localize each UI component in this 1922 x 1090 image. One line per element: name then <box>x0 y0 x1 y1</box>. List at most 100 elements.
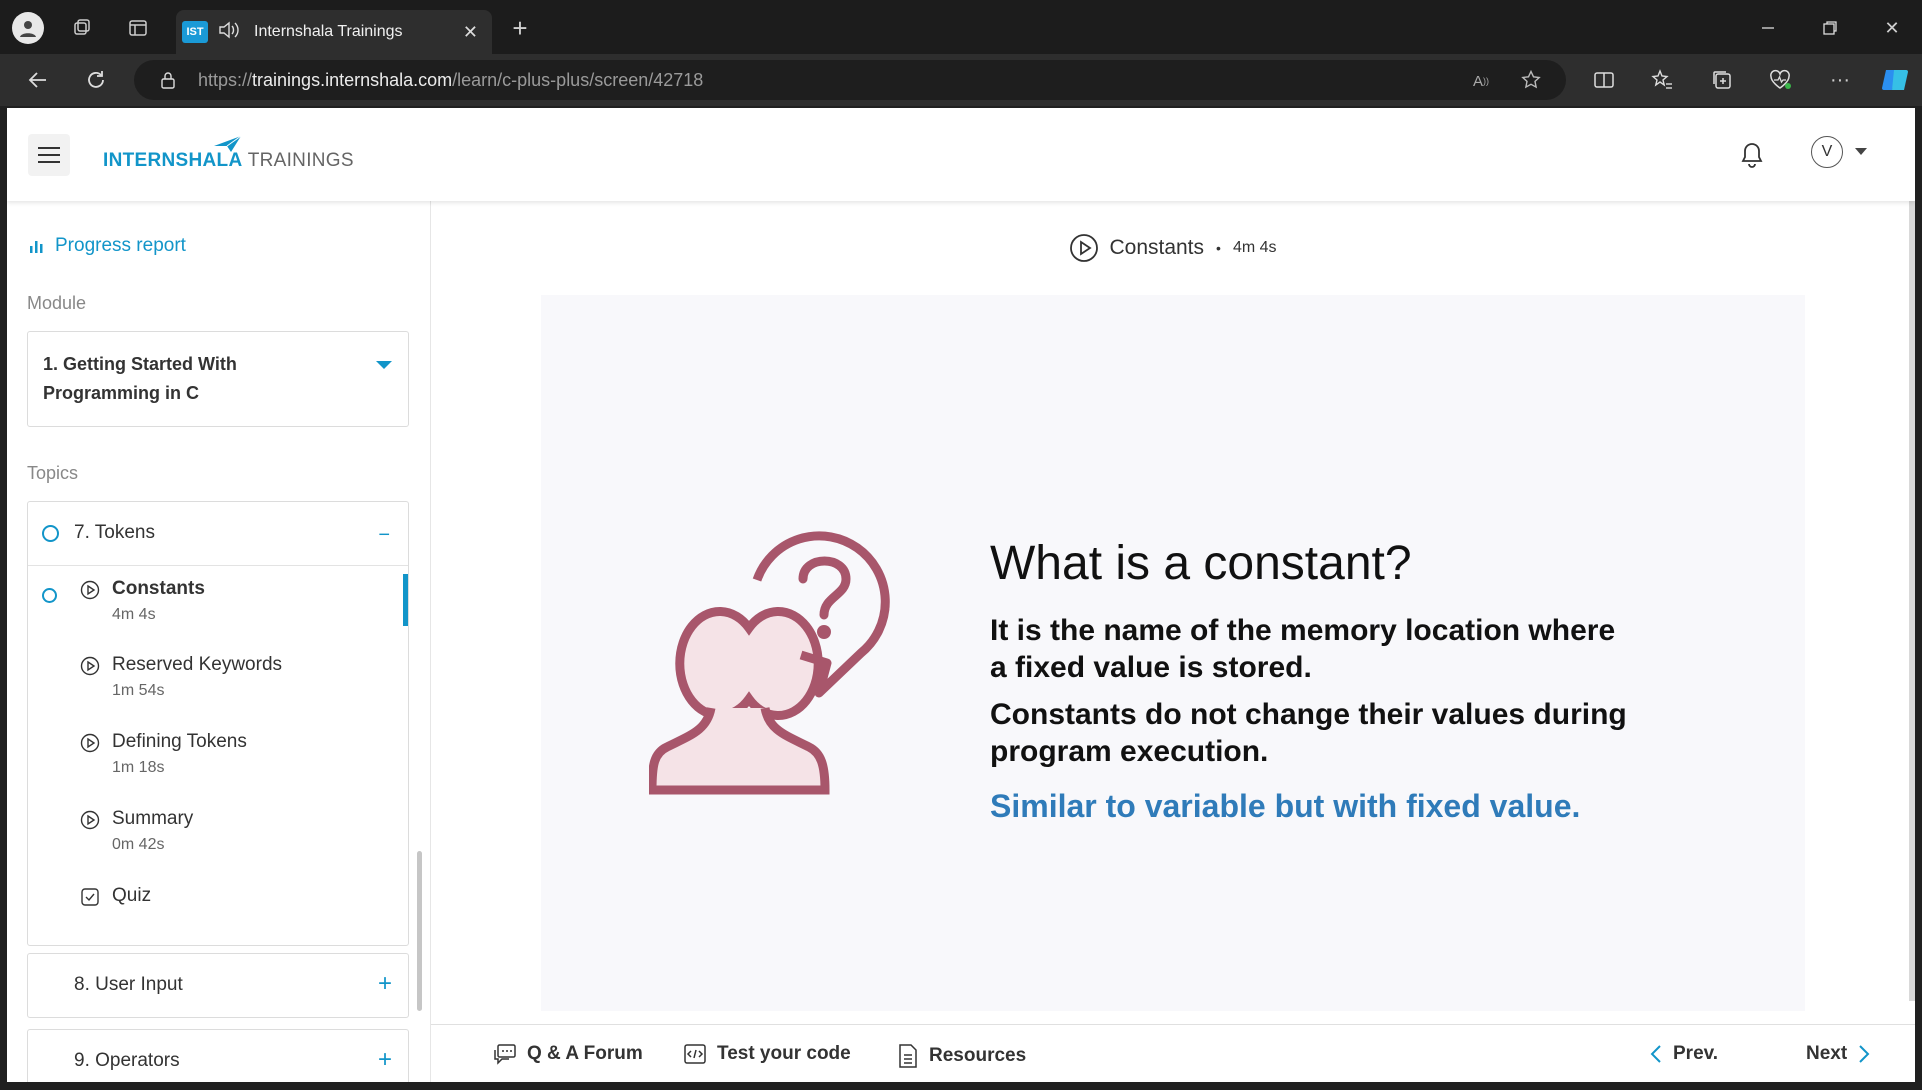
code-icon <box>684 1044 706 1064</box>
expand-icon[interactable]: + <box>378 970 392 998</box>
video-slide[interactable]: What is a constant? It is the name of th… <box>541 295 1805 1011</box>
video-play-icon <box>80 810 100 830</box>
star-icon[interactable] <box>1520 69 1542 91</box>
read-aloud-icon[interactable]: A)) <box>1470 70 1492 92</box>
more-menu-icon[interactable]: ··· <box>1826 66 1854 94</box>
collections-icon[interactable] <box>1708 66 1736 94</box>
lock-icon[interactable] <box>158 70 178 90</box>
lesson-title: Constants <box>1109 236 1205 259</box>
site-header: INTERNSHALA TRAININGS V <box>7 108 1915 201</box>
url-scheme: https:// <box>198 70 253 90</box>
separator-dot: • <box>1216 240 1221 256</box>
tab-title: Internshala Trainings <box>254 23 403 40</box>
forum-icon <box>494 1044 516 1065</box>
minimize-icon[interactable] <box>1756 16 1780 40</box>
resources-button[interactable]: Resources <box>897 1043 1026 1069</box>
copilot-icon[interactable] <box>1878 64 1912 96</box>
lesson-duration: 4m 4s <box>112 606 156 623</box>
course-sidebar: Progress report Module 1. Getting Starte… <box>7 201 431 1082</box>
module-selected: 1. Getting Started With Programming in C <box>43 354 237 403</box>
expand-icon[interactable]: + <box>378 1046 392 1074</box>
progress-report-link[interactable]: Progress report <box>29 235 186 257</box>
back-icon[interactable] <box>24 66 52 94</box>
qa-forum-button[interactable]: Q & A Forum <box>493 1043 643 1065</box>
lesson-item-reserved-keywords[interactable]: Reserved Keywords 1m 54s <box>28 650 408 714</box>
speaker-icon[interactable] <box>218 20 240 45</box>
sidebar-scrollbar[interactable] <box>417 851 422 1011</box>
lesson-content: Constants • 4m 4s What is a constant? It… <box>431 201 1915 1082</box>
lesson-footer: Q & A Forum Test your code Resources Pre… <box>431 1024 1915 1082</box>
split-screen-icon[interactable] <box>1590 66 1618 94</box>
resources-label: Resources <box>929 1045 1027 1066</box>
new-tab-icon[interactable]: + <box>508 13 532 43</box>
close-window-icon[interactable]: ✕ <box>1880 16 1904 40</box>
lesson-header: Constants • 4m 4s <box>431 233 1915 263</box>
quiz-checkbox-icon <box>81 888 99 906</box>
prev-label: Prev. <box>1673 1043 1719 1064</box>
video-play-icon <box>80 580 100 600</box>
url-text[interactable]: https://trainings.internshala.com/learn/… <box>198 70 703 91</box>
lesson-duration: 0m 42s <box>112 836 165 853</box>
next-button[interactable]: Next <box>1806 1043 1881 1065</box>
lesson-duration: 1m 54s <box>112 682 165 699</box>
video-play-icon <box>80 733 100 753</box>
incomplete-status-icon <box>42 588 57 603</box>
slide-title: What is a constant? <box>990 537 1412 590</box>
page-scrollbar[interactable] <box>1909 201 1915 1001</box>
user-menu-caret-icon[interactable] <box>1855 148 1867 155</box>
topic-accordion-user-input[interactable]: 8. User Input + <box>27 953 409 1018</box>
test-code-label: Test your code <box>717 1043 851 1064</box>
video-play-icon <box>80 656 100 676</box>
hamburger-icon <box>38 147 60 163</box>
lesson-item-defining-tokens[interactable]: Defining Tokens 1m 18s <box>28 727 408 791</box>
lesson-name: Summary <box>112 808 194 829</box>
logo-suffix: TRAININGS <box>242 150 354 171</box>
tab-actions-icon[interactable] <box>126 16 150 40</box>
favorites-icon[interactable] <box>1648 66 1676 94</box>
tab-close-icon[interactable]: ✕ <box>463 22 478 43</box>
url-path: /learn/c-plus-plus/screen/42718 <box>452 70 704 90</box>
topic-title: 8. User Input <box>74 974 183 995</box>
topic-accordion-tokens: 7. Tokens − Constants 4m 4s Reserved Key… <box>27 501 409 946</box>
notifications-bell-icon[interactable] <box>1740 142 1764 173</box>
test-code-button[interactable]: Test your code <box>683 1043 851 1065</box>
lesson-name: Quiz <box>112 885 152 906</box>
lesson-name: Reserved Keywords <box>112 654 283 675</box>
topic-title: 9. Operators <box>74 1050 180 1071</box>
collapse-icon[interactable]: − <box>378 524 390 547</box>
active-indicator <box>403 574 408 626</box>
topic-accordion-operators[interactable]: 9. Operators + <box>27 1029 409 1082</box>
menu-button[interactable] <box>28 134 70 176</box>
module-section-label: Module <box>27 293 87 313</box>
chevron-down-icon <box>376 361 392 369</box>
next-label: Next <box>1806 1043 1848 1064</box>
topic-header-tokens[interactable]: 7. Tokens − <box>28 502 408 566</box>
person-question-icon <box>649 531 890 795</box>
favicon-icon: IST <box>182 21 208 43</box>
profile-icon[interactable] <box>12 12 44 44</box>
web-page: INTERNSHALA TRAININGS V Progress report … <box>7 108 1915 1082</box>
user-avatar[interactable]: V <box>1811 136 1843 168</box>
refresh-icon[interactable] <box>82 66 110 94</box>
incomplete-status-icon <box>42 525 59 542</box>
lesson-item-summary[interactable]: Summary 0m 42s <box>28 804 408 868</box>
lesson-duration: 1m 18s <box>112 759 165 776</box>
module-dropdown[interactable]: 1. Getting Started With Programming in C <box>27 331 409 427</box>
lesson-item-quiz[interactable]: Quiz <box>28 881 408 945</box>
restore-icon[interactable] <box>1818 16 1842 40</box>
lesson-duration: 4m 4s <box>1232 239 1277 256</box>
workspaces-icon[interactable] <box>70 16 94 40</box>
address-bar[interactable]: https://trainings.internshala.com/learn/… <box>134 60 1566 100</box>
prev-button[interactable]: Prev. <box>1649 1043 1718 1065</box>
lesson-item-constants[interactable]: Constants 4m 4s <box>28 574 408 638</box>
lesson-name: Constants <box>112 578 205 599</box>
browser-tabstrip: IST Internshala Trainings ✕ + ✕ <box>0 0 1922 54</box>
browser-tab[interactable]: IST Internshala Trainings ✕ <box>176 10 492 54</box>
slide-paragraph-1: It is the name of the memory location wh… <box>990 614 1616 684</box>
slide-highlight: Similar to variable but with fixed value… <box>990 788 1581 824</box>
url-domain: trainings.internshala.com <box>252 70 453 90</box>
slide-paragraph-2: Constants do not change their values dur… <box>990 698 1627 768</box>
qa-forum-label: Q & A Forum <box>527 1043 643 1064</box>
browser-essentials-icon[interactable] <box>1766 66 1794 94</box>
chevron-left-icon <box>1650 1045 1661 1063</box>
